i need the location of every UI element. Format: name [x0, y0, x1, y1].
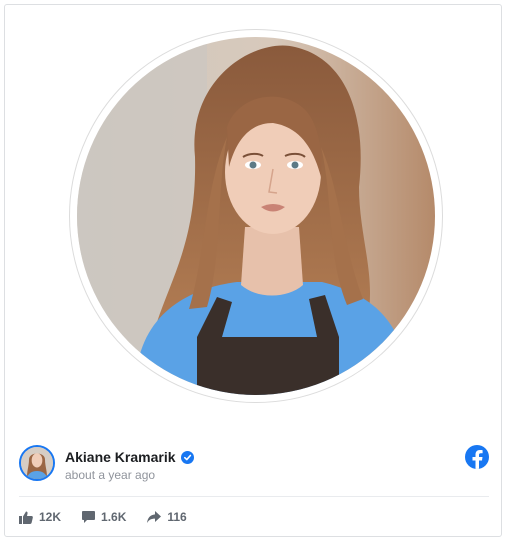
likes-stat[interactable]: 12K	[19, 510, 61, 524]
post-card: Akiane Kramarik about a year ago 12K 1.6…	[4, 4, 502, 537]
author-name-line: Akiane Kramarik	[65, 449, 194, 465]
shares-stat[interactable]: 116	[147, 510, 187, 524]
comment-bubble-icon	[82, 511, 96, 523]
comments-stat[interactable]: 1.6K	[82, 510, 126, 524]
verified-badge-icon	[180, 450, 194, 464]
shares-count: 116	[167, 510, 187, 524]
comments-count: 1.6K	[101, 510, 127, 524]
thumbs-up-icon	[19, 511, 33, 524]
divider	[19, 496, 489, 497]
facebook-logo-icon[interactable]	[465, 445, 489, 469]
post-header: Akiane Kramarik about a year ago	[19, 445, 489, 485]
engagement-stats: 12K 1.6K 116	[19, 510, 208, 524]
author-name[interactable]: Akiane Kramarik	[65, 449, 176, 465]
author-avatar[interactable]	[19, 445, 55, 481]
share-arrow-icon	[147, 511, 162, 523]
profile-photo-frame	[69, 29, 443, 403]
post-timestamp[interactable]: about a year ago	[65, 468, 155, 482]
profile-photo[interactable]	[77, 37, 435, 395]
likes-count: 12K	[39, 510, 62, 524]
